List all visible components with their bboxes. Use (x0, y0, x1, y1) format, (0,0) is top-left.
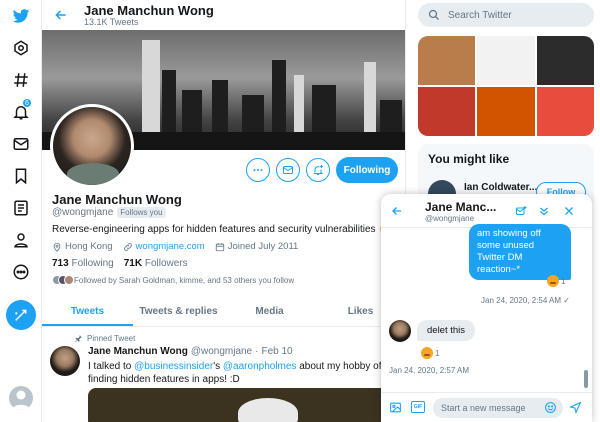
dm-header: Jane Manc... @wongmjane (381, 194, 592, 228)
profile-website-link[interactable]: wongmjane.com (136, 241, 205, 252)
you-might-like-title: You might like (428, 152, 510, 166)
message-reaction[interactable]: 1 (547, 275, 565, 287)
image-icon[interactable] (389, 401, 402, 414)
profile-bio: Reverse-engineering apps for hidden feat… (52, 223, 392, 235)
mention-link[interactable]: @aaronpholmes (223, 361, 297, 372)
header-name: Jane Manchun Wong (84, 3, 214, 18)
dm-scrollbar[interactable] (584, 370, 588, 388)
back-arrow-icon[interactable] (54, 8, 68, 22)
lists-icon[interactable] (9, 196, 33, 220)
dm-avatar[interactable] (389, 320, 411, 342)
ellipsis-icon (253, 169, 263, 171)
suggestion-name[interactable]: Ian Coldwater... (464, 182, 537, 193)
bio-text: Reverse-engineering apps for hidden feat… (52, 223, 376, 235)
followed-by[interactable]: Followed by Sarah Goldman, kimme, and 53… (52, 275, 294, 285)
followers-stat[interactable]: 71K Followers (124, 258, 188, 269)
profile-location: Hong Kong (65, 241, 113, 252)
notify-button[interactable] (306, 158, 330, 182)
tab-tweets-replies[interactable]: Tweets & replies (133, 297, 224, 326)
dm-panel: Jane Manc... @wongmjane am showing off s… (381, 194, 592, 422)
message-timestamp: Jan 24, 2020, 2:54 AM ✓ (481, 296, 570, 305)
search-icon (428, 9, 439, 20)
tweet-avatar[interactable] (50, 346, 80, 376)
incoming-message[interactable]: delet this (417, 320, 476, 341)
compose-tweet-button[interactable] (6, 300, 36, 330)
followed-by-avatars (52, 275, 74, 285)
search-box[interactable]: Search Twitter (418, 3, 594, 27)
tab-tweets[interactable]: Tweets (42, 297, 133, 326)
notification-badge: 6 (22, 98, 32, 108)
new-message-icon[interactable] (515, 205, 527, 217)
close-icon[interactable] (563, 205, 575, 217)
tweet-header: Jane Manchun Wong @wongmjane · Feb 10 (88, 346, 293, 357)
profile-handle-row: @wongmjane Follows you (52, 207, 166, 218)
profile-joined: Joined July 2011 (227, 241, 299, 252)
tweet-author-handle: @wongmjane (190, 346, 253, 357)
angry-emoji-icon (421, 347, 433, 359)
message-reaction[interactable]: 1 (421, 347, 439, 359)
gif-button[interactable]: GIF (411, 401, 425, 413)
outgoing-message[interactable]: am showing off some unused Twitter DM re… (469, 224, 571, 280)
send-icon[interactable] (569, 401, 582, 414)
profile-header-bar: Jane Manchun Wong 13.1K Tweets (42, 0, 405, 30)
back-arrow-icon[interactable] (391, 205, 403, 217)
followed-by-text: Followed by Sarah Goldman, kimme, and 53… (74, 275, 295, 285)
more-options-button[interactable] (246, 158, 270, 182)
pinned-indicator: Pinned Tweet (74, 334, 135, 343)
collapse-icon[interactable] (538, 205, 550, 217)
follows-you-badge: Follows you (117, 207, 166, 218)
profile-icon[interactable] (9, 228, 33, 252)
dm-composer: GIF (381, 392, 592, 422)
following-stat[interactable]: 713 Following (52, 258, 114, 269)
account-avatar[interactable] (9, 386, 33, 410)
profile-column: Jane Manchun Wong 13.1K Tweets Following… (42, 0, 406, 422)
left-nav: 6 (0, 0, 42, 422)
profile-stats: 713 Following 71K Followers (52, 258, 188, 269)
profile-avatar[interactable] (50, 104, 134, 188)
bell-plus-icon (314, 165, 324, 175)
dm-contact-handle: @wongmjane (425, 214, 475, 223)
calendar-icon (215, 242, 224, 251)
following-button[interactable]: Following (336, 157, 398, 183)
angry-emoji-icon (547, 275, 559, 287)
profile-meta: Hong Kong wongmjane.com Joined July 2011 (52, 241, 298, 252)
message-button[interactable] (276, 158, 300, 182)
location-icon (53, 242, 61, 252)
link-icon (123, 242, 132, 251)
pinned-label: Pinned Tweet (87, 334, 136, 343)
media-grid[interactable] (418, 36, 594, 136)
mention-link[interactable]: @businessinsider (134, 361, 213, 372)
twitter-logo-icon[interactable] (9, 4, 33, 28)
bookmarks-icon[interactable] (9, 164, 33, 188)
notifications-icon[interactable]: 6 (9, 98, 33, 124)
profile-name: Jane Manchun Wong (52, 192, 182, 207)
hashtag-icon[interactable] (9, 68, 33, 92)
profile-tabs: Tweets Tweets & replies Media Likes (42, 297, 405, 327)
tweet-date[interactable]: Feb 10 (261, 346, 292, 357)
dm-contact-name: Jane Manc... (425, 200, 497, 214)
header-tweet-count: 13.1K Tweets (84, 17, 139, 27)
tweet-author-name[interactable]: Jane Manchun Wong (88, 346, 188, 357)
compose-icon (15, 309, 27, 321)
tweet-image[interactable] (88, 388, 400, 422)
pin-icon (75, 335, 82, 343)
emoji-icon[interactable] (544, 401, 557, 414)
envelope-icon (283, 166, 293, 174)
tab-media[interactable]: Media (224, 297, 315, 326)
search-placeholder: Search Twitter (448, 9, 512, 21)
message-timestamp: Jan 24, 2020, 2:57 AM (389, 366, 470, 375)
messages-icon[interactable] (9, 132, 33, 156)
explore-icon[interactable] (9, 36, 33, 60)
profile-handle: @wongmjane (52, 207, 114, 218)
more-icon[interactable] (9, 260, 33, 284)
tweet-separator: · (255, 346, 259, 357)
tweet-text: I talked to @businessinsider's @aaronpho… (88, 361, 382, 385)
